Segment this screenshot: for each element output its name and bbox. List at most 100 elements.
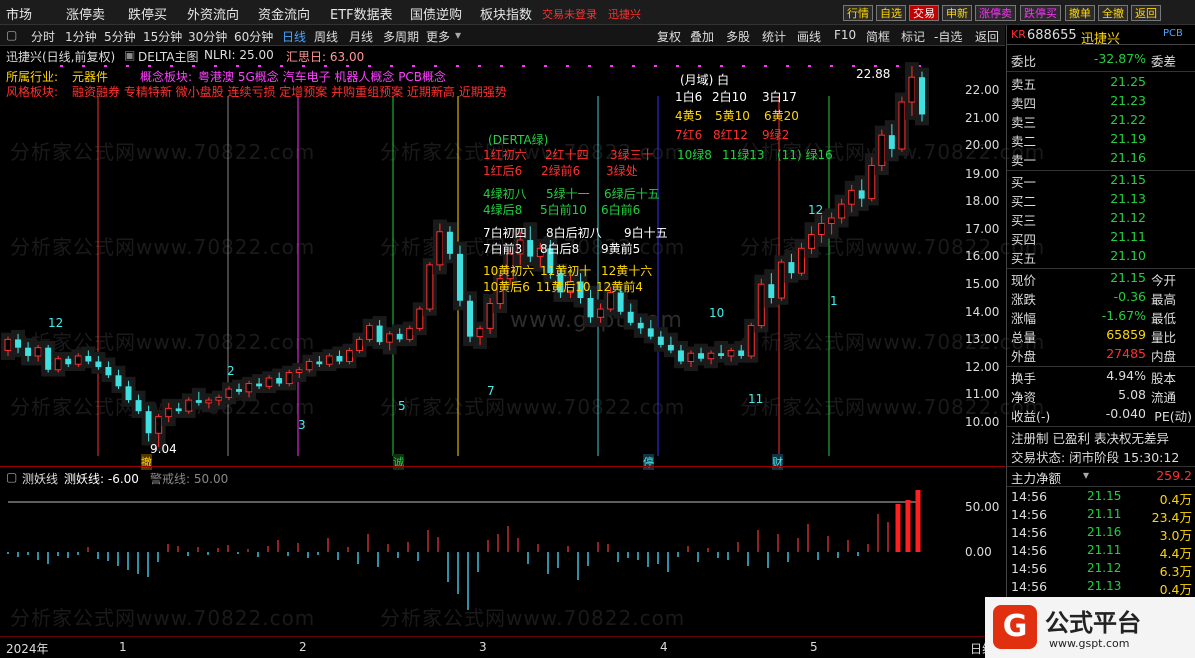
btn-limit-down-buy[interactable]: 跌停买 (1020, 5, 1061, 21)
tool-back[interactable]: 返回 (975, 28, 999, 45)
gspt-logo-text: 公式平台 (1045, 609, 1141, 637)
candle-body (788, 262, 795, 274)
tool-f10[interactable]: F10 (834, 28, 856, 42)
candlestick-chart[interactable]: 分析家公式网www.70822.com 分析家公式网www.70822.com … (0, 46, 1044, 470)
sub-title[interactable]: 测妖线 (22, 470, 58, 487)
stock-tag: PCB (1163, 28, 1183, 39)
stat-label: 换手 (1011, 371, 1037, 386)
candle-body (768, 284, 775, 298)
ask-price[interactable]: 21.25 (1110, 74, 1146, 89)
period-30min[interactable]: 30分钟 (188, 28, 227, 45)
stat-label2: 股本 (1150, 371, 1176, 386)
tool-draw[interactable]: 画线 (797, 28, 821, 45)
candle-body (868, 165, 876, 200)
period-1min[interactable]: 1分钟 (65, 28, 97, 45)
tool-frame[interactable]: 简框 (866, 28, 890, 45)
sub-y-tick: 50.00 (965, 500, 1000, 514)
candle-body (587, 298, 594, 318)
btn-limit-up-sell[interactable]: 涨停卖 (975, 5, 1016, 21)
tool-watchlist[interactable]: -自选 (934, 28, 962, 45)
day-count: 2 (227, 364, 235, 378)
stock-code: 688655 (1027, 28, 1077, 43)
bid-price[interactable]: 21.13 (1110, 191, 1146, 206)
candle-body (54, 358, 62, 371)
bid-price[interactable]: 21.15 (1110, 172, 1146, 187)
period-weekly[interactable]: 周线 (314, 28, 338, 45)
chevron-down-icon[interactable]: ▾ (455, 28, 461, 42)
signal-dot (544, 65, 547, 67)
indicator-subchart[interactable]: ▢ 测妖线 测妖线: -6.00 警戒线: 50.00 50.00 0.00 分… (0, 466, 1005, 636)
tool-multi-stock[interactable]: 多股 (726, 28, 750, 45)
btn-cancel-order[interactable]: 撤单 (1065, 5, 1095, 21)
sub-warn: 警戒线: 50.00 (150, 472, 229, 486)
period-monthly[interactable]: 月线 (349, 28, 373, 45)
menu-foreign-flow[interactable]: 外资流向 (187, 4, 239, 23)
day-count: 12 (48, 316, 64, 330)
period-multi[interactable]: 多周期 (383, 28, 419, 45)
candle-body (476, 327, 484, 338)
menu-limit-up-sell[interactable]: 涨停卖 (66, 4, 105, 23)
style-list: 融资融券 专精特新 微小盘股 连续亏损 定增预案 并购重组预案 近期新高 近期强… (72, 85, 507, 99)
period-5min[interactable]: 5分钟 (104, 28, 136, 45)
month-row2: 4黄5 (675, 109, 703, 123)
candle-body (627, 311, 634, 323)
stock-name: 迅捷兴 (1081, 32, 1121, 47)
menu-etf-data[interactable]: ETF数据表 (330, 4, 393, 23)
ask-price[interactable]: 21.22 (1110, 112, 1146, 127)
gspt-logo-icon: G (993, 605, 1037, 649)
candle-body (808, 234, 816, 249)
gspt-logo: G 公式平台 www.gspt.com (985, 597, 1195, 658)
chevron-down-icon[interactable]: ▾ (1083, 468, 1089, 482)
tool-mark[interactable]: 标记 (901, 28, 925, 45)
candle-body (225, 388, 233, 398)
tool-stats[interactable]: 统计 (762, 28, 786, 45)
btn-back[interactable]: 返回 (1131, 5, 1161, 21)
derta-red: 2红十四 (545, 148, 589, 162)
derta-white: 7白初四 (483, 226, 527, 240)
period-60min[interactable]: 60分钟 (234, 28, 273, 45)
menu-fund-flow[interactable]: 资金流向 (258, 4, 310, 23)
login-status[interactable]: 交易未登录 (542, 6, 597, 22)
bid-price[interactable]: 21.11 (1110, 229, 1146, 244)
signal-dot (214, 65, 217, 67)
candle-body (707, 352, 715, 360)
signal-dot (764, 65, 767, 67)
signal-dot (786, 65, 789, 67)
menu-sector-index[interactable]: 板块指数 (480, 4, 532, 23)
period-daily[interactable]: 日线 (282, 28, 306, 45)
signal-dot (522, 65, 525, 67)
btn-cancel-all[interactable]: 全撤 (1098, 5, 1128, 21)
tick-volume: 4.4万 (1159, 546, 1192, 561)
signal-dot (720, 65, 723, 67)
bid-price[interactable]: 21.10 (1110, 248, 1146, 263)
tick-time: 14:56 (1011, 489, 1048, 504)
candle-body (155, 416, 163, 434)
menu-market[interactable]: 市场 (6, 4, 32, 23)
period-minute[interactable]: 分时 (31, 28, 55, 45)
month-row1: 3白17 (762, 90, 797, 104)
bid-price[interactable]: 21.12 (1110, 210, 1146, 225)
weibi-label: 委比 (1011, 54, 1037, 69)
ask-price[interactable]: 21.19 (1110, 131, 1146, 146)
tool-adjust[interactable]: 复权 (657, 28, 681, 45)
sub-window-icon[interactable]: ▢ (6, 470, 17, 484)
btn-new-ipo[interactable]: 申新 (942, 5, 972, 21)
settings-icon[interactable]: ▣ (124, 48, 135, 62)
month-row1: 1白6 (675, 90, 703, 104)
signal-dot (324, 65, 327, 67)
layout-icon[interactable]: ▢ (6, 28, 17, 42)
tool-overlay[interactable]: 叠加 (690, 28, 714, 45)
btn-watchlist[interactable]: 自选 (876, 5, 906, 21)
btn-trade[interactable]: 交易 (909, 5, 939, 21)
btn-quote[interactable]: 行情 (843, 5, 873, 21)
period-15min[interactable]: 15分钟 (143, 28, 182, 45)
menu-repo[interactable]: 国债逆购 (410, 4, 462, 23)
candle-body (718, 353, 725, 356)
menu-limit-down-buy[interactable]: 跌停买 (128, 4, 167, 23)
ask-price[interactable]: 21.16 (1110, 150, 1146, 165)
signal-dot (280, 65, 283, 67)
period-more[interactable]: 更多 (426, 28, 450, 45)
indicator-name[interactable]: DELTA主图 (138, 48, 198, 65)
ask-price[interactable]: 21.23 (1110, 93, 1146, 108)
candle-body (115, 375, 122, 387)
